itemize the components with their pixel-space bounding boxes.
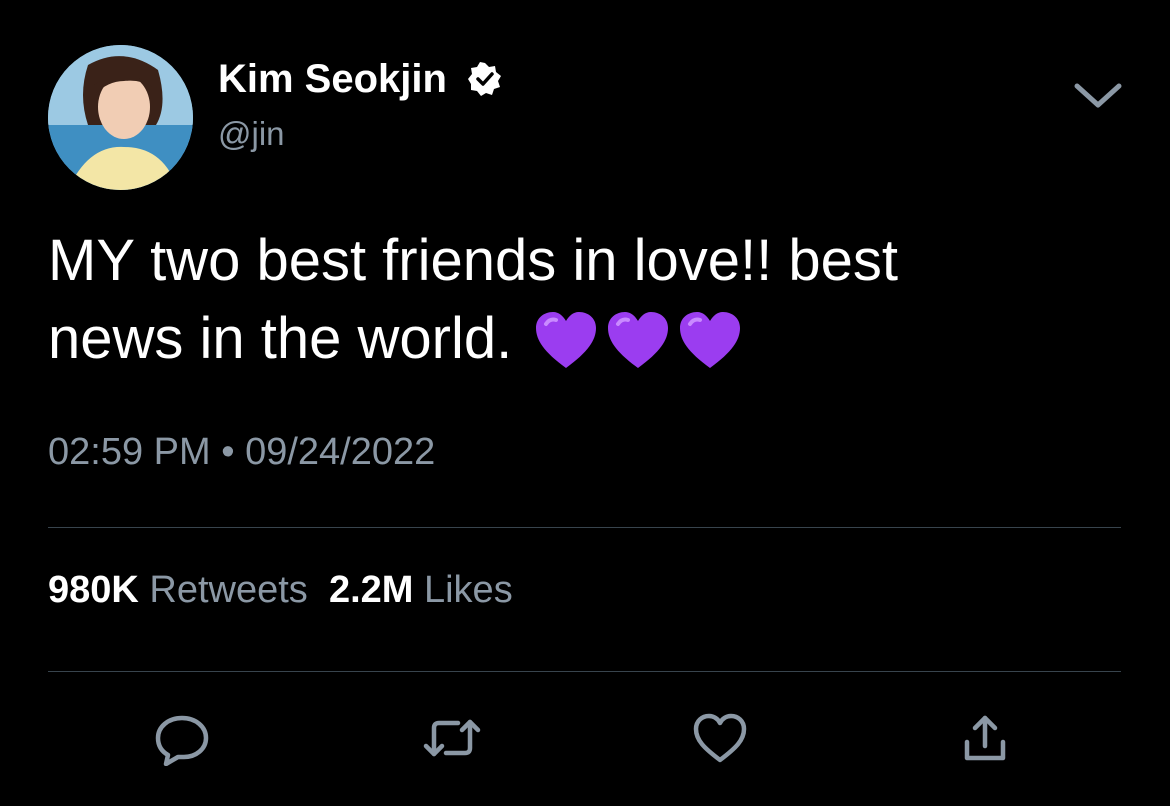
- retweets-label: Retweets: [149, 569, 308, 611]
- divider: [48, 527, 1121, 528]
- retweet-button[interactable]: [422, 710, 482, 766]
- purple-heart-icon: [608, 312, 669, 368]
- likes-count: 2.2M: [328, 569, 414, 611]
- emoji-group: [534, 306, 750, 371]
- retweets-count: 980K: [48, 569, 139, 611]
- likes-label: Likes: [423, 569, 513, 611]
- tweet-text-line1: MY two best friends in love!! best: [48, 228, 899, 293]
- reply-button[interactable]: [152, 710, 212, 766]
- divider: [48, 671, 1121, 672]
- purple-heart-icon: [536, 312, 597, 368]
- purple-heart-icon: [680, 312, 741, 368]
- verified-badge-icon: [468, 62, 501, 96]
- retweet-icon: [423, 719, 481, 757]
- tweet-text-line2: news in the world.: [48, 300, 1118, 378]
- display-name[interactable]: Kim Seokjin: [218, 55, 447, 103]
- meta-separator: •: [221, 431, 235, 473]
- tweet-stats: 980K Retweets 2.2M Likes: [48, 568, 513, 612]
- tweet-text: MY two best friends in love!! best news …: [48, 222, 1118, 378]
- reply-icon: [155, 715, 209, 766]
- tweet-text-line2-text: news in the world.: [48, 306, 513, 371]
- like-icon: [693, 713, 747, 763]
- retweets-stat[interactable]: 980K Retweets: [48, 569, 308, 611]
- share-icon: [964, 715, 1006, 761]
- likes-stat[interactable]: 2.2M Likes: [329, 569, 513, 611]
- chevron-down-icon[interactable]: [1073, 78, 1123, 112]
- avatar[interactable]: [48, 45, 193, 190]
- share-button[interactable]: [955, 710, 1015, 766]
- tweet-date: 09/24/2022: [245, 431, 436, 473]
- user-handle[interactable]: @jin: [218, 114, 285, 154]
- like-button[interactable]: [690, 710, 750, 766]
- tweet-timestamp[interactable]: 02:59 PM • 09/24/2022: [48, 430, 435, 474]
- tweet-time: 02:59 PM: [48, 431, 211, 473]
